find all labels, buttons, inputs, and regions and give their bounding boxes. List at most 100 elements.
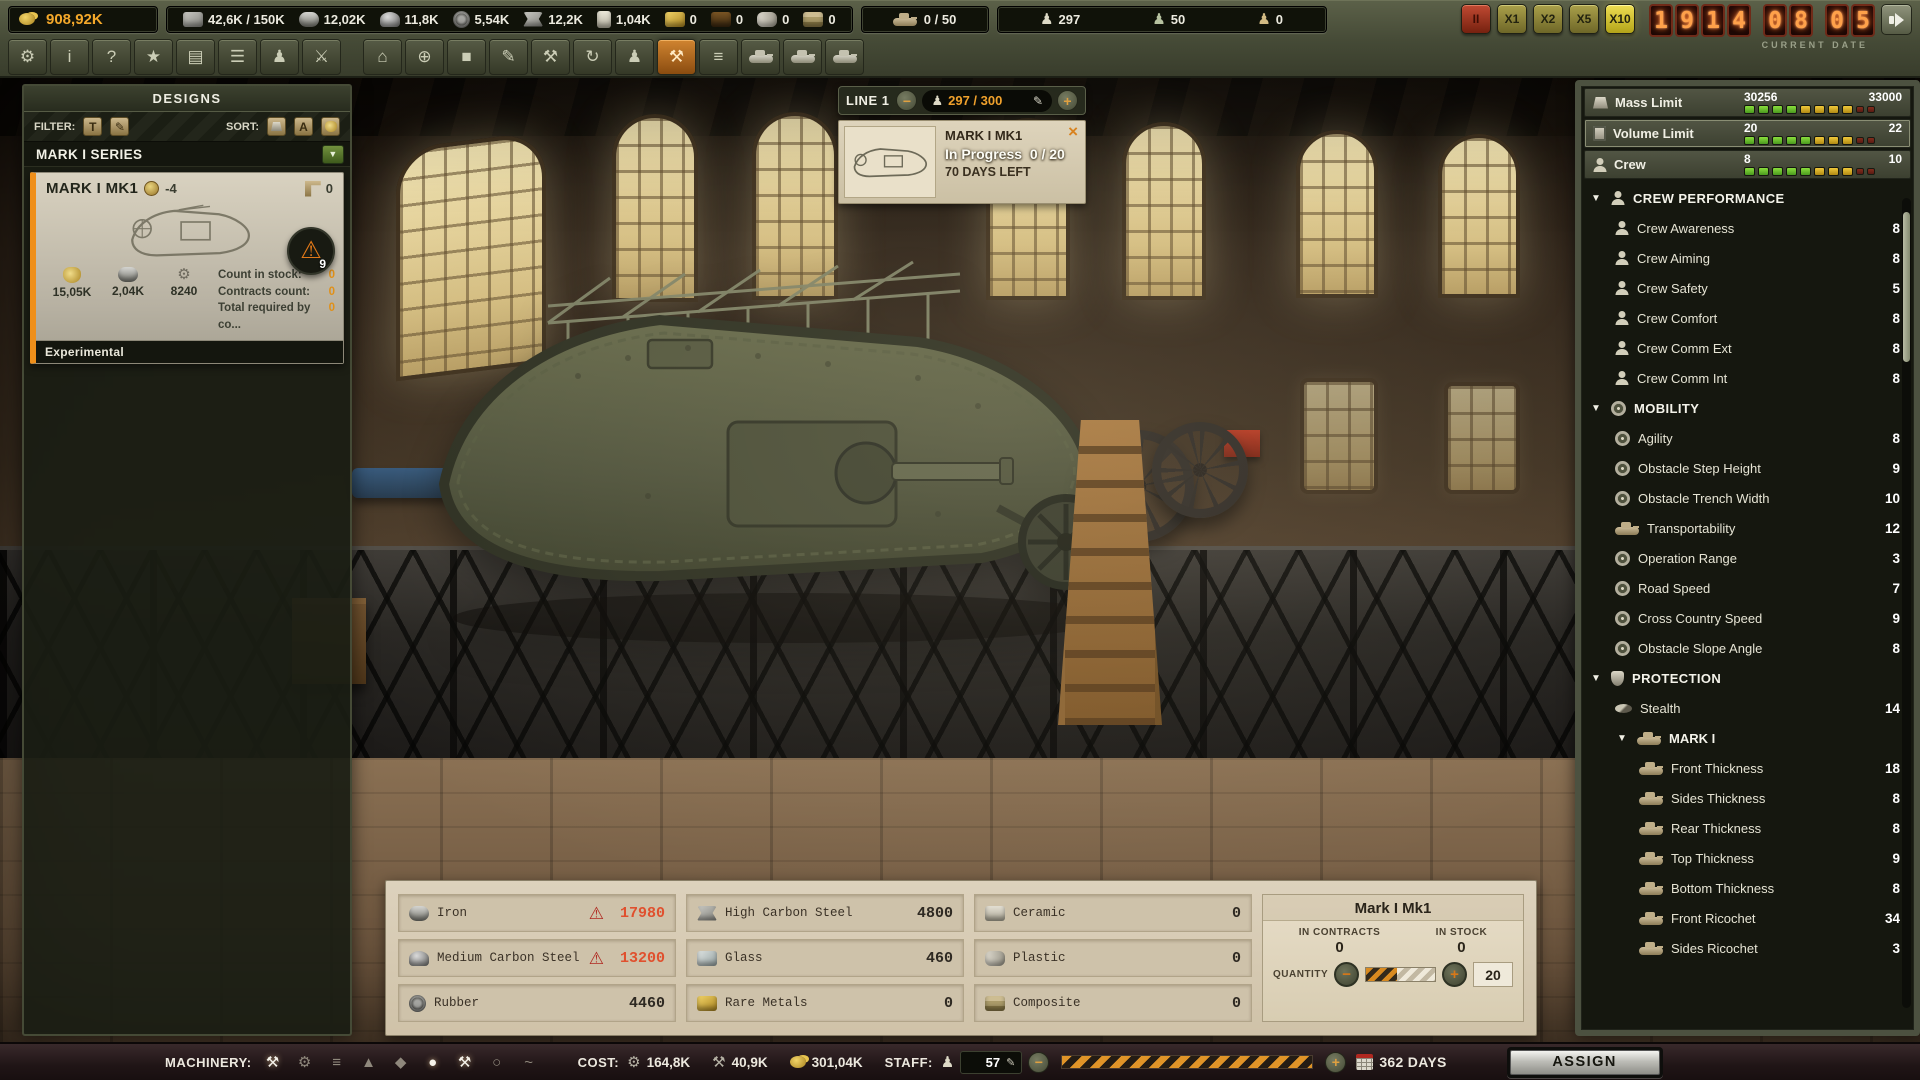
stat-label: Front Ricochet xyxy=(1671,911,1756,926)
line-staff-plus-button[interactable]: + xyxy=(1057,90,1078,111)
staff-slider[interactable] xyxy=(1061,1055,1313,1069)
toolbar-diplomacy-button[interactable]: ♟ xyxy=(260,39,299,75)
scrollbar-thumb[interactable] xyxy=(1903,212,1910,362)
machine-milling-machine-button[interactable]: ≡ xyxy=(324,1049,350,1075)
machine-welder-button[interactable]: ⚒ xyxy=(452,1049,478,1075)
toolbar-factory-button[interactable]: ⌂ xyxy=(363,39,402,75)
workers-count: 297 xyxy=(1059,12,1081,27)
stat-label: Crew Comfort xyxy=(1637,311,1717,326)
filter-blueprint-icon[interactable]: ✎ xyxy=(110,117,129,136)
unit-status: In Progress 0 / 20 xyxy=(945,146,1065,162)
material-name: Plastic xyxy=(1013,951,1066,965)
machine-spring-machine-button[interactable]: ~ xyxy=(516,1049,542,1075)
limit-row-mass-limit: Mass Limit3025633000 xyxy=(1584,88,1911,117)
assign-button[interactable]: ASSIGN xyxy=(1510,1050,1660,1075)
meter-segment xyxy=(1814,167,1825,176)
toolbar-newspaper-button[interactable]: ▤ xyxy=(176,39,215,75)
unit-days-left: 70 DAYS LEFT xyxy=(945,165,1065,179)
material-row-iron: Iron⚠17980 xyxy=(398,894,676,932)
cast-iron-value: 11,8K xyxy=(405,12,439,27)
machine-roller-button[interactable]: ○ xyxy=(484,1049,510,1075)
machine-lathe-button[interactable]: ⚙ xyxy=(292,1049,318,1075)
sort-weight-icon[interactable] xyxy=(267,117,286,136)
unit-thumbnail[interactable] xyxy=(844,126,936,198)
toolbar-finances-button[interactable]: ■ xyxy=(447,39,486,75)
quantity-value[interactable]: 20 xyxy=(1473,962,1513,987)
toolbar-settings-button[interactable]: ⚙ xyxy=(8,39,47,75)
staff-plus-button[interactable]: + xyxy=(1325,1052,1346,1073)
collapse-arrow-icon: ▼ xyxy=(1591,193,1603,204)
line-staff-minus-button[interactable]: − xyxy=(896,90,917,111)
tools-icon: ⚒ xyxy=(712,1055,725,1070)
meter-segment xyxy=(1828,105,1839,114)
sort-alpha-icon[interactable]: A xyxy=(294,117,313,136)
stats-section-protection[interactable]: ▼PROTECTION xyxy=(1581,663,1914,693)
pause-button[interactable]: II xyxy=(1461,4,1491,34)
toolbar-crew-management-button[interactable]: ♟ xyxy=(615,39,654,75)
wheel-icon xyxy=(1615,551,1630,566)
toolbar-military-button[interactable]: ⚔ xyxy=(302,39,341,75)
design-info-row: Total required by co...0 xyxy=(218,300,335,333)
quantity-slider[interactable] xyxy=(1365,967,1436,982)
chevron-down-icon[interactable]: ▼ xyxy=(322,145,344,164)
quantity-plus-button[interactable]: + xyxy=(1442,962,1467,987)
edit-pencil-icon[interactable]: ✎ xyxy=(1006,1056,1015,1069)
in-contracts-label: IN CONTRACTS xyxy=(1299,927,1381,938)
info-icon: i xyxy=(68,47,72,67)
quantity-minus-button[interactable]: − xyxy=(1334,962,1359,987)
toolbar-repair-button[interactable]: ⚒ xyxy=(531,39,570,75)
speed-button-x10[interactable]: X10 xyxy=(1605,4,1635,34)
production-line-panel: LINE 1 − ♟ 297 / 300 ✎ + xyxy=(838,86,1086,204)
close-icon[interactable]: × xyxy=(1068,123,1078,140)
warning-icon: ⚠ xyxy=(589,950,604,967)
stats-subsection-mark-i[interactable]: ▼MARK I xyxy=(1581,723,1914,753)
line-unit-card[interactable]: MARK I MK1 In Progress 0 / 20 70 DAYS LE… xyxy=(838,120,1086,204)
speed-button-x5[interactable]: X5 xyxy=(1569,4,1599,34)
machine-furnace-button[interactable]: ● xyxy=(420,1049,446,1075)
staff-count-input[interactable]: 57 ✎ xyxy=(960,1051,1022,1074)
machine-drill-press-button[interactable]: ⚒ xyxy=(260,1049,286,1075)
in-stock-label: IN STOCK xyxy=(1436,927,1488,938)
design-card-mark-i-mk1[interactable]: MARK I MK1 -4 0 xyxy=(30,172,344,364)
material-value: 17980 xyxy=(620,905,665,922)
stats-section-crew-performance[interactable]: ▼CREW PERFORMANCE xyxy=(1581,183,1914,213)
scrollbar-track[interactable] xyxy=(1902,198,1911,1008)
factory-viewport[interactable]: DESIGNS FILTER: T ✎ SORT: A MARK I SERIE… xyxy=(0,78,1920,1042)
toolbar-achievements-button[interactable]: ★ xyxy=(134,39,173,75)
toolbar-help-button[interactable]: ? xyxy=(92,39,131,75)
speed-button-x1[interactable]: X1 xyxy=(1497,4,1527,34)
toolbar-world-map-button[interactable]: ⊕ xyxy=(405,39,444,75)
filter-type-icon[interactable]: T xyxy=(83,117,102,136)
toolbar-engines-button[interactable]: ≡ xyxy=(699,39,738,75)
staff-minus-button[interactable]: − xyxy=(1028,1052,1049,1073)
announcements-button[interactable] xyxy=(1881,4,1912,35)
toolbar-maintenance-button[interactable]: ↻ xyxy=(573,39,612,75)
person-icon xyxy=(1611,191,1625,205)
edit-pencil-icon[interactable]: ✎ xyxy=(1033,94,1043,108)
stat-value: 8 xyxy=(1892,221,1900,236)
toolbar-blueprints-button[interactable]: ✎ xyxy=(489,39,528,75)
material-value: 0 xyxy=(944,995,953,1012)
machine-grinder-button[interactable]: ▲ xyxy=(356,1049,382,1075)
toolbar-tank-deploy-button[interactable] xyxy=(825,39,864,75)
sort-cost-icon[interactable] xyxy=(321,117,340,136)
toolbar-reports-button[interactable]: ☰ xyxy=(218,39,257,75)
coins-icon xyxy=(790,1056,806,1068)
staff-label: STAFF: xyxy=(885,1055,933,1070)
stats-section-mobility[interactable]: ▼MOBILITY xyxy=(1581,393,1914,423)
material-row-plastic: Plastic0 xyxy=(974,939,1252,977)
stat-row-crew-comm-int: Crew Comm Int8 xyxy=(1581,363,1914,393)
toolbar-info-button[interactable]: i xyxy=(50,39,89,75)
toolbar-construction-works-button[interactable]: ⚒ xyxy=(657,39,696,75)
machine-press-button[interactable]: ◆ xyxy=(388,1049,414,1075)
series-header-mark-i[interactable]: MARK I SERIES ▼ xyxy=(24,142,350,167)
plastic-icon xyxy=(985,951,1005,966)
unit-progress: 0 / 20 xyxy=(1030,146,1065,162)
speed-button-x2[interactable]: X2 xyxy=(1533,4,1563,34)
meter-segment xyxy=(1744,105,1755,114)
resources-display: 42,6K / 150K12,02K11,8K5,54K12,2K1,04K00… xyxy=(166,6,853,33)
stat-row-obstacle-trench-width: Obstacle Trench Width10 xyxy=(1581,483,1914,513)
mark-i-tank-model[interactable] xyxy=(398,246,1160,648)
toolbar-tank-designs-button[interactable] xyxy=(741,39,780,75)
toolbar-tank-combat-button[interactable] xyxy=(783,39,822,75)
